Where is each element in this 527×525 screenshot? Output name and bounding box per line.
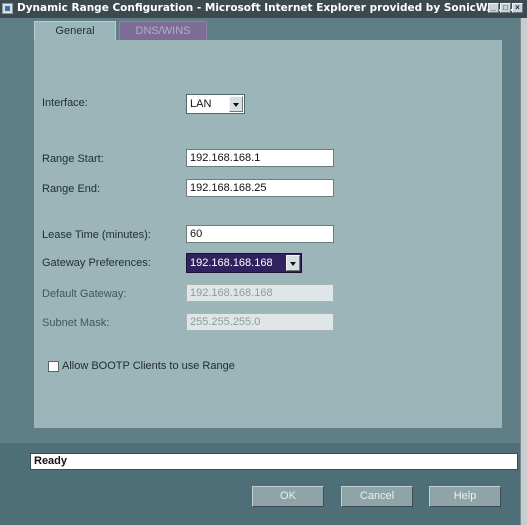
default-gateway-label: Default Gateway: bbox=[42, 288, 127, 300]
gateway-preferences-label: Gateway Preferences: bbox=[42, 257, 151, 269]
help-button[interactable]: Help bbox=[429, 486, 501, 507]
lease-time-label: Lease Time (minutes): bbox=[42, 229, 151, 241]
gateway-preferences-value: 192.168.168.168 bbox=[190, 257, 273, 269]
interface-label: Interface: bbox=[42, 97, 88, 109]
range-start-label: Range Start: bbox=[42, 153, 104, 165]
tab-general[interactable]: General bbox=[34, 21, 116, 40]
chevron-down-icon[interactable] bbox=[286, 255, 300, 271]
interface-value: LAN bbox=[190, 98, 212, 110]
range-end-input[interactable]: 192.168.168.25 bbox=[186, 179, 334, 197]
browser-window-icon bbox=[2, 3, 13, 14]
subnet-mask-label: Subnet Mask: bbox=[42, 317, 110, 329]
tab-dns-wins[interactable]: DNS/WINS bbox=[119, 21, 207, 40]
chevron-down-icon[interactable] bbox=[229, 96, 243, 112]
gateway-preferences-select[interactable]: 192.168.168.168 bbox=[186, 253, 302, 273]
minimize-icon[interactable]: _ bbox=[488, 3, 499, 13]
cancel-button[interactable]: Cancel bbox=[341, 486, 413, 507]
status-bar: Ready bbox=[30, 453, 518, 470]
default-gateway-input: 192.168.168.168 bbox=[186, 284, 334, 302]
status-text: Ready bbox=[34, 455, 68, 467]
window-title: Dynamic Range Configuration - Microsoft … bbox=[17, 2, 514, 14]
range-start-input[interactable]: 192.168.168.1 bbox=[186, 149, 334, 167]
title-bar[interactable]: Dynamic Range Configuration - Microsoft … bbox=[0, 0, 527, 18]
range-end-label: Range End: bbox=[42, 183, 101, 195]
ok-button[interactable]: OK bbox=[252, 486, 324, 507]
close-icon[interactable]: × bbox=[512, 3, 523, 13]
bootp-checkbox[interactable] bbox=[48, 361, 59, 372]
bootp-label[interactable]: Allow BOOTP Clients to use Range bbox=[62, 360, 235, 372]
interface-select[interactable]: LAN bbox=[186, 94, 245, 114]
tab-general-label: General bbox=[55, 25, 95, 37]
lease-time-input[interactable]: 60 bbox=[186, 225, 334, 243]
tab-dns-wins-label: DNS/WINS bbox=[135, 25, 191, 37]
window-right-edge bbox=[520, 18, 527, 525]
maximize-icon[interactable]: □ bbox=[500, 3, 511, 13]
subnet-mask-input: 255.255.255.0 bbox=[186, 313, 334, 331]
